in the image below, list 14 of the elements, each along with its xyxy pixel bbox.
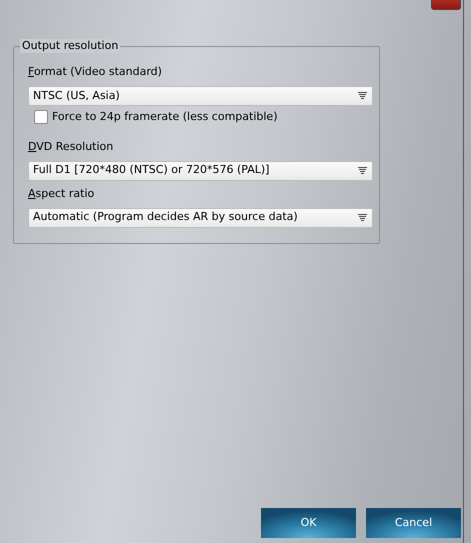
dropdown-icon (358, 166, 367, 174)
dropdown[interactable]: NTSC (US, Asia) (28, 86, 373, 106)
checkbox[interactable] (34, 110, 48, 124)
field-label: DVD Resolution (28, 140, 114, 154)
dropdown[interactable]: Automatic (Program decides AR by source data) (28, 208, 373, 228)
checkbox-label[interactable]: Force to 24p framerate (less compatible) (52, 109, 278, 126)
cancel-button[interactable]: Cancel (366, 508, 461, 538)
dropdown-icon (358, 92, 367, 100)
field-label: Aspect ratio (28, 186, 96, 200)
field-label: Format (Video standard) (28, 65, 163, 79)
dropdown-icon (358, 214, 367, 222)
dropdown[interactable]: Full D1 [720*480 (NTSC) or 720*576 (PAL)] (28, 160, 373, 180)
ok-button[interactable]: OK (261, 508, 356, 538)
group-title: Output resolution (20, 39, 120, 53)
